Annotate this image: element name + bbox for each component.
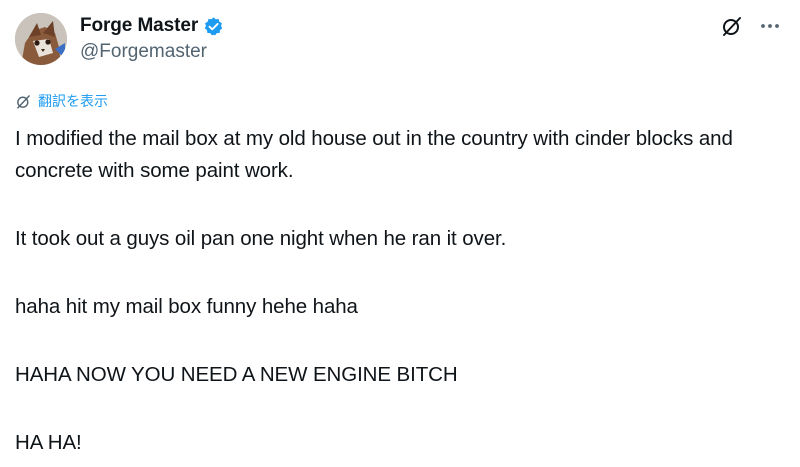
tweet-paragraph: HAHA NOW YOU NEED A NEW ENGINE BITCH: [15, 363, 458, 386]
translate-label[interactable]: 翻訳を表示: [38, 91, 108, 111]
tweet-text: I modified the mail box at my old house …: [15, 123, 785, 459]
grok-icon[interactable]: [720, 14, 744, 38]
verified-badge-icon[interactable]: [203, 16, 224, 37]
top-actions: [720, 14, 782, 38]
display-name[interactable]: Forge Master: [80, 15, 198, 37]
avatar[interactable]: [15, 13, 67, 65]
name-row: Forge Master: [80, 14, 224, 38]
tweet-paragraph: It took out a guys oil pan one night whe…: [15, 227, 507, 250]
author-block: Forge Master @Forgemaster: [80, 14, 224, 63]
tweet-paragraph: I modified the mail box at my old house …: [15, 127, 733, 182]
tweet-card: Forge Master @Forgemaster 翻訳を表示 I modifi…: [0, 0, 800, 467]
tweet-paragraph: haha hit my mail box funny hehe haha: [15, 295, 358, 318]
translate-link[interactable]: 翻訳を表示: [15, 91, 108, 111]
translate-icon: [15, 93, 32, 110]
more-icon[interactable]: [758, 14, 782, 38]
tweet-paragraph: HA HA!: [15, 431, 82, 454]
avatar-image: [15, 13, 67, 65]
handle[interactable]: @Forgemaster: [80, 41, 224, 63]
